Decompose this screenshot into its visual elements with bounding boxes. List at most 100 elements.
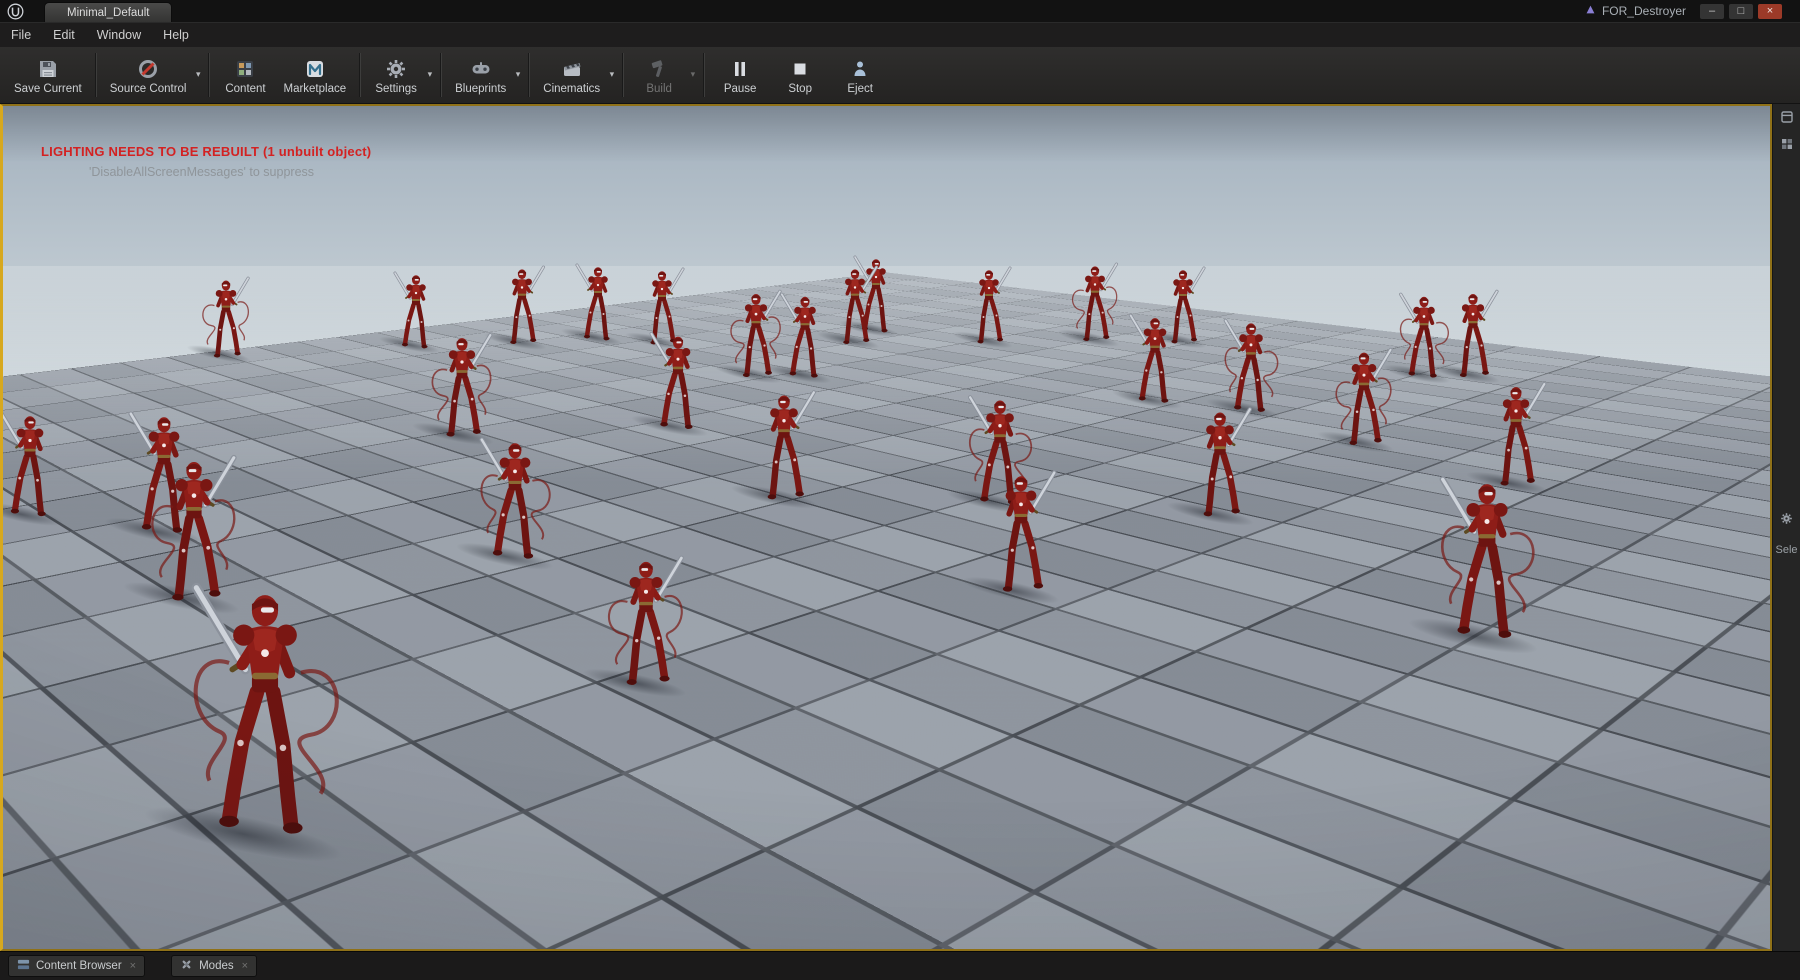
collapsed-panel-label[interactable]: Sele — [1775, 544, 1797, 556]
toolbar-label: Source Control — [109, 82, 187, 95]
build-button: Build ▾ — [629, 54, 698, 97]
pause-button[interactable]: Pause — [710, 54, 770, 97]
toolbar-separator — [359, 53, 362, 97]
toolbar-label: Content — [225, 82, 266, 95]
enemy-character — [1069, 261, 1120, 343]
toolbar-separator — [703, 53, 706, 97]
content-button[interactable]: Content — [215, 54, 275, 97]
enemy-character — [1332, 346, 1395, 447]
toolbar-separator — [528, 53, 531, 97]
blueprints-button[interactable]: Blueprints ▾ — [447, 54, 523, 97]
stop-icon — [789, 57, 811, 81]
source-control-button[interactable]: Source Control ▾ — [102, 54, 204, 97]
eject-person-icon — [849, 57, 871, 81]
marketplace-icon — [304, 57, 326, 81]
enemy-character — [1435, 473, 1540, 642]
toolbar-separator — [440, 53, 443, 97]
content-browser-tab[interactable]: Content Browser × — [8, 955, 146, 977]
enemy-character — [497, 264, 548, 346]
close-button[interactable]: × — [1758, 3, 1782, 19]
enemy-character — [981, 468, 1060, 594]
project-icon — [1585, 4, 1596, 18]
minimize-button[interactable]: – — [1700, 3, 1724, 19]
settings-dropdown-arrow[interactable]: ▾ — [428, 69, 433, 80]
enemy-character — [727, 288, 784, 379]
viewport-3d[interactable]: LIGHTING NEEDS TO BE REBUILT (1 unbuilt … — [0, 104, 1772, 951]
level-tab-label: Minimal_Default — [67, 6, 150, 19]
enemy-character — [1445, 288, 1502, 379]
enemy-character — [429, 331, 496, 439]
enemy-character — [778, 291, 833, 380]
enemy-character — [3, 409, 64, 519]
toolbar-label: Marketplace — [283, 82, 347, 95]
enemy-character — [1482, 380, 1549, 488]
source-control-dropdown-arrow[interactable]: ▾ — [196, 69, 201, 80]
menubar: File Edit Window Help — [0, 22, 1800, 47]
marketplace-button[interactable]: Marketplace — [275, 54, 354, 97]
enemy-character — [1396, 291, 1451, 380]
eject-button[interactable]: Eject — [830, 54, 890, 97]
character-layer — [3, 106, 1770, 949]
menu-window[interactable]: Window — [86, 23, 152, 47]
blueprints-dropdown-arrow[interactable]: ▾ — [516, 69, 521, 80]
collapsed-selection-tab[interactable]: Sele — [1773, 512, 1800, 556]
cinematics-button[interactable]: Cinematics ▾ — [535, 54, 617, 97]
toolbar-separator — [94, 53, 97, 97]
toolbar-label: Blueprints — [455, 82, 507, 95]
dock-tab-label: Content Browser — [36, 960, 122, 972]
content-browser-drawer-icon — [17, 958, 30, 974]
modes-tab[interactable]: Modes × — [171, 955, 258, 977]
source-control-icon — [137, 57, 159, 81]
collapsed-tabs — [1773, 110, 1800, 155]
enemy-character — [748, 388, 819, 502]
toolbar-separator — [622, 53, 625, 97]
scene-render — [3, 106, 1770, 949]
modes-tools-icon — [180, 958, 193, 974]
toolbar-separator — [208, 53, 211, 97]
save-current-button[interactable]: Save Current — [6, 54, 90, 97]
unreal-editor-window: Minimal_Default FOR_Destroyer – □ × File… — [0, 0, 1800, 980]
enemy-character — [1185, 405, 1256, 519]
settings-button[interactable]: Settings ▾ — [366, 54, 435, 97]
content-browser-icon — [234, 57, 256, 81]
settings-gear-icon — [385, 57, 407, 81]
collapsed-panel-icon[interactable] — [1781, 137, 1793, 155]
enemy-character — [476, 435, 555, 561]
lighting-warning: LIGHTING NEEDS TO BE REBUILT (1 unbuilt … — [41, 144, 371, 179]
menu-edit[interactable]: Edit — [42, 23, 86, 47]
right-dock-strip: Sele — [1772, 104, 1800, 951]
project-name: FOR_Destroyer — [1601, 4, 1686, 18]
enemy-character — [604, 553, 688, 688]
enemy-character — [183, 578, 346, 839]
toolbar-label: Build — [646, 82, 672, 95]
bottom-dock-bar: Content Browser × Modes × — [0, 951, 1800, 980]
suppress-hint-text: 'DisableAllScreenMessages' to suppress — [89, 165, 315, 179]
dock-tab-label: Modes — [199, 960, 234, 972]
build-dropdown-arrow: ▾ — [690, 68, 696, 79]
gear-icon[interactable] — [1780, 512, 1793, 530]
toolbar-label: Settings — [375, 82, 417, 95]
pause-icon — [729, 57, 751, 81]
toolbar-label: Cinematics — [543, 82, 601, 95]
save-icon — [37, 57, 59, 81]
close-icon[interactable]: × — [130, 960, 136, 972]
workspace: LIGHTING NEEDS TO BE REBUILT (1 unbuilt … — [0, 104, 1800, 951]
enemy-character — [199, 275, 252, 359]
project-name-area: FOR_Destroyer — [1585, 0, 1700, 22]
blueprints-icon — [470, 57, 492, 81]
unreal-logo-icon — [0, 0, 30, 22]
titlebar-drag-area[interactable] — [172, 0, 1585, 22]
cinematics-dropdown-arrow[interactable]: ▾ — [610, 69, 615, 80]
collapsed-panel-icon[interactable] — [1780, 110, 1793, 128]
lighting-warning-text: LIGHTING NEEDS TO BE REBUILT (1 unbuilt … — [41, 144, 372, 159]
build-hammer-icon — [648, 57, 670, 81]
menu-help[interactable]: Help — [152, 23, 200, 47]
menu-file[interactable]: File — [0, 23, 42, 47]
maximize-button[interactable]: □ — [1729, 3, 1753, 19]
close-icon[interactable]: × — [242, 960, 248, 972]
enemy-character — [646, 330, 709, 431]
stop-button[interactable]: Stop — [770, 54, 830, 97]
toolbar-label: Save Current — [14, 82, 82, 95]
toolbar-label: Eject — [847, 82, 873, 95]
level-tab[interactable]: Minimal_Default — [44, 2, 173, 22]
